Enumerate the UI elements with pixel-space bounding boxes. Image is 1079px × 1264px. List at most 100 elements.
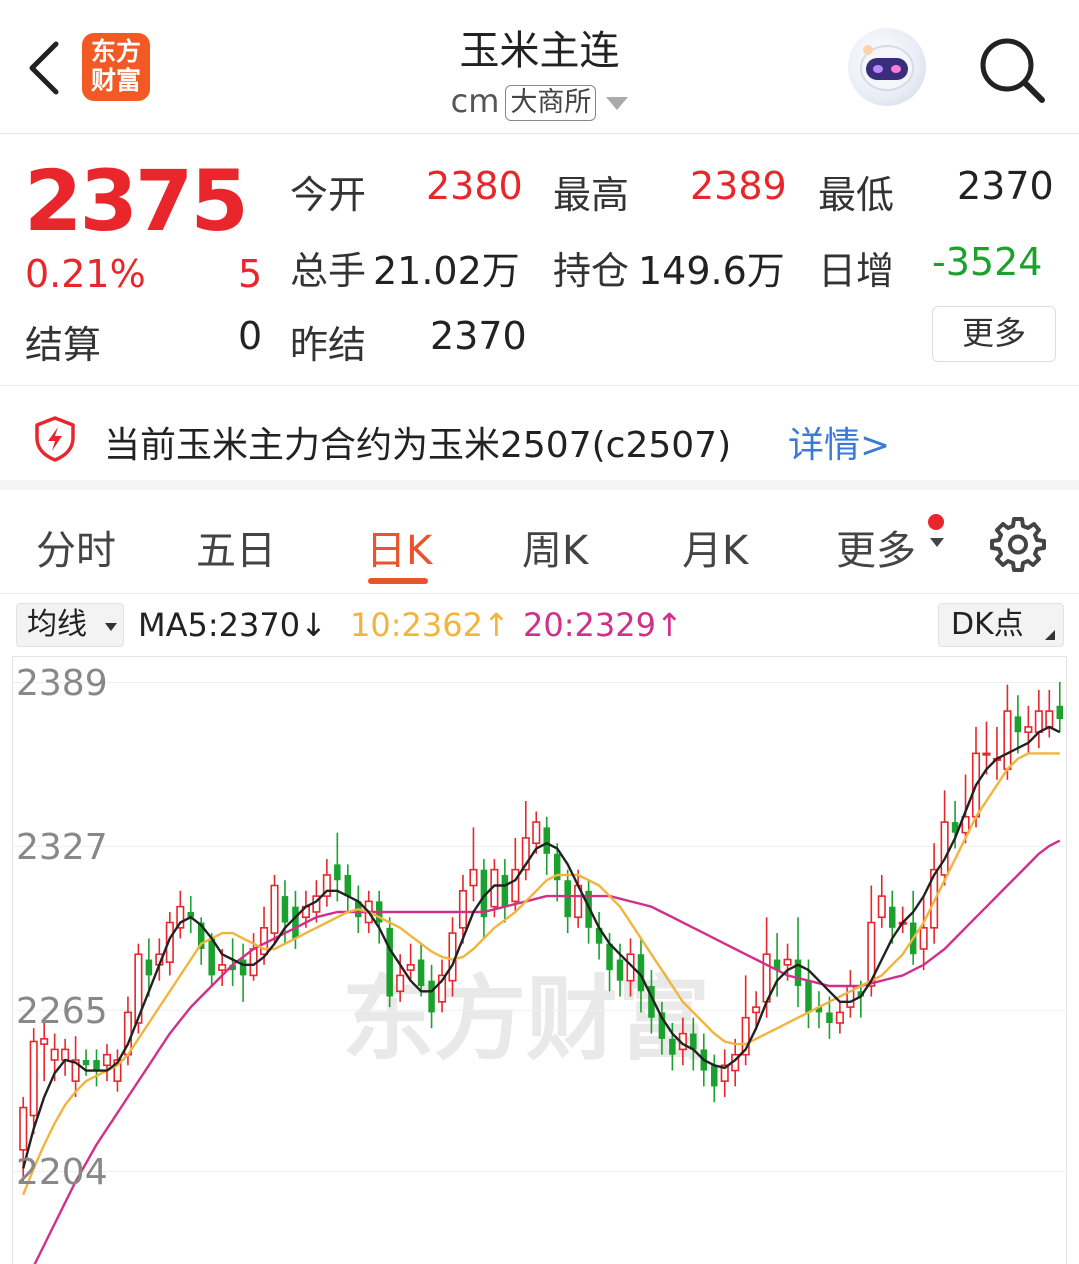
candle[interactable]: [322, 859, 331, 907]
candle-body-down: [417, 959, 425, 986]
indicator-bar: 均线 MA5:2370↓ 10:2362↑ 20:2329↑ DK点: [0, 600, 1079, 654]
candle[interactable]: [82, 1049, 90, 1076]
candle-body-up: [50, 1048, 59, 1061]
candle[interactable]: [877, 874, 886, 928]
open-value: 2380: [426, 164, 523, 208]
shield-lightning-icon: [35, 416, 75, 462]
candle-body-down: [711, 1065, 718, 1087]
prev-settle-label: 昨结: [290, 323, 367, 367]
candle[interactable]: [113, 1049, 122, 1092]
candle[interactable]: [1014, 695, 1022, 754]
candle[interactable]: [794, 917, 802, 1008]
high-value: 2389: [690, 164, 787, 208]
candle[interactable]: [835, 1001, 844, 1034]
low-value: 2370: [957, 164, 1054, 208]
candle[interactable]: [1045, 689, 1054, 738]
change-percent: 0.21%: [25, 252, 146, 296]
candle[interactable]: [1034, 689, 1043, 749]
settle-label: 结算: [25, 323, 102, 367]
candle-body-down: [428, 980, 435, 1013]
tab-weekly-k[interactable]: 周K: [522, 518, 588, 576]
candle-body-down: [82, 1059, 90, 1066]
candle[interactable]: [1056, 682, 1064, 733]
ma5-readout: MA5:2370↓: [138, 606, 327, 644]
candle[interactable]: [61, 1038, 70, 1076]
candle[interactable]: [711, 1054, 718, 1103]
ma-selector-dropdown[interactable]: 均线: [16, 603, 124, 647]
tab-five-day[interactable]: 五日: [196, 518, 276, 576]
candle-body-up: [259, 927, 269, 956]
candle[interactable]: [1024, 705, 1033, 754]
candle[interactable]: [543, 816, 550, 875]
ma10-readout: 10:2362↑: [350, 606, 510, 644]
kline-svg[interactable]: 东方财富 2389232722652204: [12, 656, 1067, 1264]
y-axis-tick-label: 2265: [16, 991, 108, 1032]
tab-monthly-k[interactable]: 月K: [682, 518, 748, 576]
tab-daily-k[interactable]: 日K: [366, 518, 432, 576]
tab-more[interactable]: 更多: [836, 518, 916, 576]
robot-assistant-icon[interactable]: [848, 28, 926, 106]
candle[interactable]: [564, 869, 571, 934]
candle[interactable]: [469, 827, 478, 902]
candle[interactable]: [102, 1044, 112, 1082]
candle[interactable]: [187, 896, 195, 934]
settle-value: 0: [238, 314, 263, 358]
candle-body-down: [501, 874, 509, 907]
notice-detail-link[interactable]: 详情>: [788, 416, 890, 468]
candle[interactable]: [815, 991, 823, 1029]
candle-body-up: [919, 927, 928, 950]
candle-body-down: [292, 906, 299, 939]
candle-body-up: [61, 1048, 70, 1061]
candle[interactable]: [176, 890, 185, 939]
main-contract-notice: 当前玉米主力合约为玉米2507(c2507) 详情>: [0, 386, 1079, 490]
candle[interactable]: [940, 790, 949, 886]
candle-body-up: [940, 821, 949, 876]
candle-body-down: [826, 1012, 833, 1023]
candle-body-down: [334, 864, 341, 881]
volume-value: 21.02万: [373, 249, 520, 293]
candle[interactable]: [930, 843, 939, 944]
active-tab-indicator: [368, 578, 428, 584]
candle[interactable]: [909, 890, 917, 965]
candle[interactable]: [249, 933, 258, 981]
candle-body-up: [29, 1040, 38, 1117]
more-quote-button[interactable]: 更多: [932, 306, 1056, 362]
candle-body-up: [783, 958, 792, 966]
change-value: 5: [238, 252, 263, 296]
daily-increase-value: -3524: [932, 240, 1043, 284]
candle[interactable]: [270, 874, 279, 944]
chevron-down-icon: [105, 623, 117, 631]
volume-label: 总手: [290, 249, 367, 293]
ma-selector-label: 均线: [27, 607, 87, 642]
candle-body-up: [1045, 710, 1054, 728]
notice-text: 当前玉米主力合约为玉米2507(c2507): [104, 425, 732, 466]
candle[interactable]: [720, 1049, 729, 1097]
candle-body-down: [386, 927, 393, 997]
candle[interactable]: [595, 911, 603, 960]
candle[interactable]: [93, 1049, 100, 1087]
search-icon[interactable]: [976, 34, 1046, 104]
candle[interactable]: [992, 726, 1001, 780]
period-tabs: 分时 五日 日K 周K 月K 更多: [0, 500, 1079, 594]
dk-point-button[interactable]: DK点: [938, 603, 1064, 647]
candle[interactable]: [919, 896, 928, 971]
candle-body-down: [616, 959, 624, 981]
kline-chart[interactable]: 东方财富 2389 2327 2265 2204: [12, 656, 1067, 1264]
tab-intraday[interactable]: 分时: [36, 518, 116, 576]
candle[interactable]: [501, 859, 509, 923]
exchange-tag: 大商所: [505, 85, 597, 121]
candle[interactable]: [386, 917, 393, 1008]
open-label: 今开: [290, 173, 367, 217]
candle-body-up: [1024, 726, 1033, 734]
candle[interactable]: [239, 943, 247, 1002]
candle-body-up: [396, 974, 405, 993]
candle-body-down: [888, 906, 896, 928]
candle-body-up: [1003, 710, 1012, 771]
y-axis-tick-label: 2389: [16, 663, 108, 704]
chevron-down-icon: [606, 96, 629, 110]
candle[interactable]: [344, 864, 352, 912]
gear-icon[interactable]: [990, 516, 1046, 572]
low-label: 最低: [818, 173, 895, 217]
prev-settle-value: 2370: [430, 314, 527, 358]
candle-body-down: [1056, 705, 1064, 720]
